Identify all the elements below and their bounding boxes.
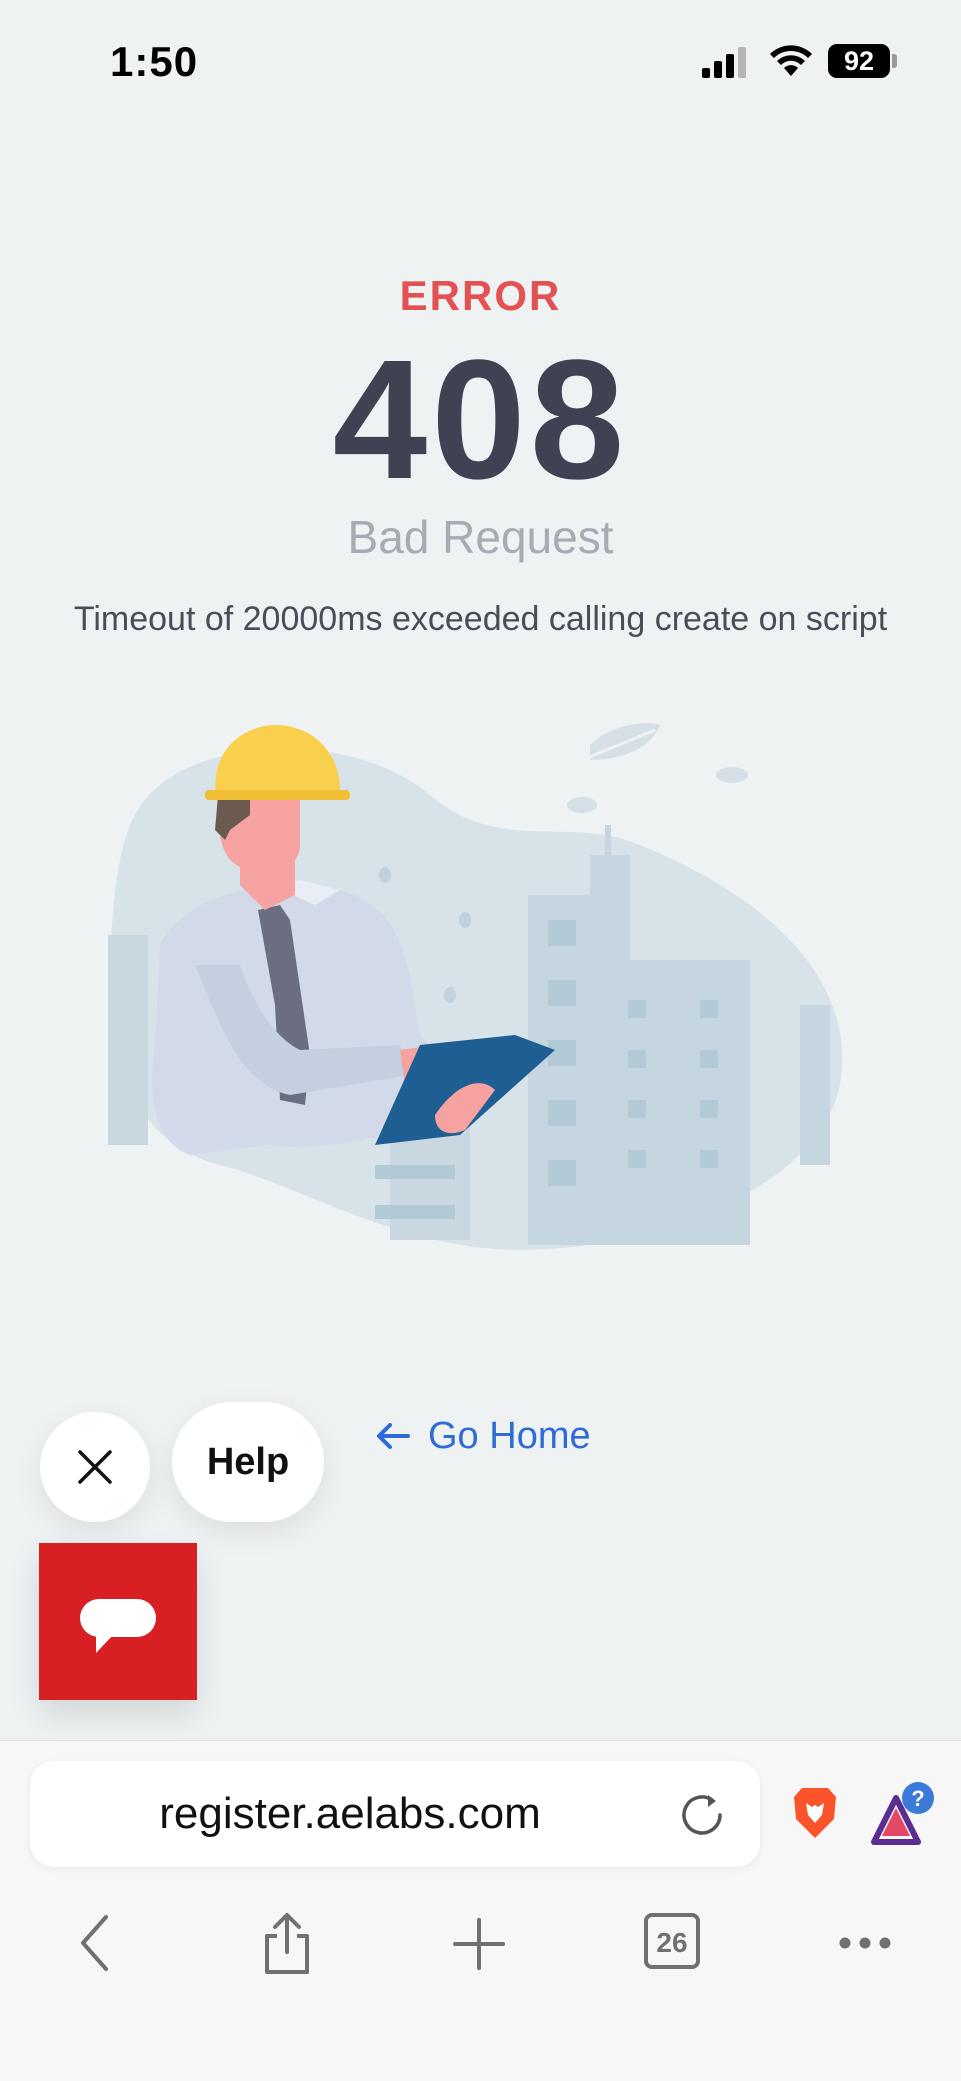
tab-count: 26 <box>656 1927 687 1958</box>
error-code: 408 <box>332 325 629 515</box>
chat-bubble-icon <box>80 1599 156 1653</box>
error-message: Timeout of 20000ms exceeded calling crea… <box>73 600 888 638</box>
brave-shields-icon[interactable] <box>790 1785 840 1841</box>
new-tab-icon[interactable] <box>452 1912 506 1974</box>
reload-icon[interactable] <box>678 1791 728 1839</box>
error-title: Bad Request <box>347 511 614 563</box>
construction-worker-illustration <box>108 723 843 1250</box>
help-button[interactable]: Help <box>172 1402 324 1522</box>
go-home-label: Go Home <box>428 1414 591 1457</box>
status-bar: 1:50 92 <box>0 0 961 120</box>
more-options-icon[interactable] <box>838 1912 892 1974</box>
cellular-signal-icon <box>702 47 746 78</box>
rewards-badge: ? <box>911 1786 924 1811</box>
go-home-link[interactable]: Go Home <box>376 1408 591 1464</box>
chat-launcher-button[interactable] <box>39 1543 197 1700</box>
battery-icon: 92 <box>828 44 890 78</box>
status-time: 1:50 <box>110 38 199 85</box>
error-label: ERROR <box>399 272 562 319</box>
wifi-icon <box>770 45 812 76</box>
battery-level: 92 <box>843 46 875 76</box>
share-icon[interactable] <box>262 1912 312 1976</box>
tabs-icon[interactable]: 26 <box>643 1912 701 1972</box>
battery-tip <box>892 54 897 68</box>
arrow-left-icon <box>377 1423 410 1449</box>
help-close-button[interactable] <box>40 1412 150 1522</box>
close-icon <box>78 1450 112 1484</box>
help-label: Help <box>206 1440 290 1483</box>
url-text: register.aelabs.com <box>159 1789 541 1838</box>
brave-rewards-icon[interactable]: ? <box>870 1780 942 1850</box>
back-icon[interactable] <box>78 1912 112 1974</box>
address-bar[interactable]: register.aelabs.com <box>30 1761 760 1867</box>
